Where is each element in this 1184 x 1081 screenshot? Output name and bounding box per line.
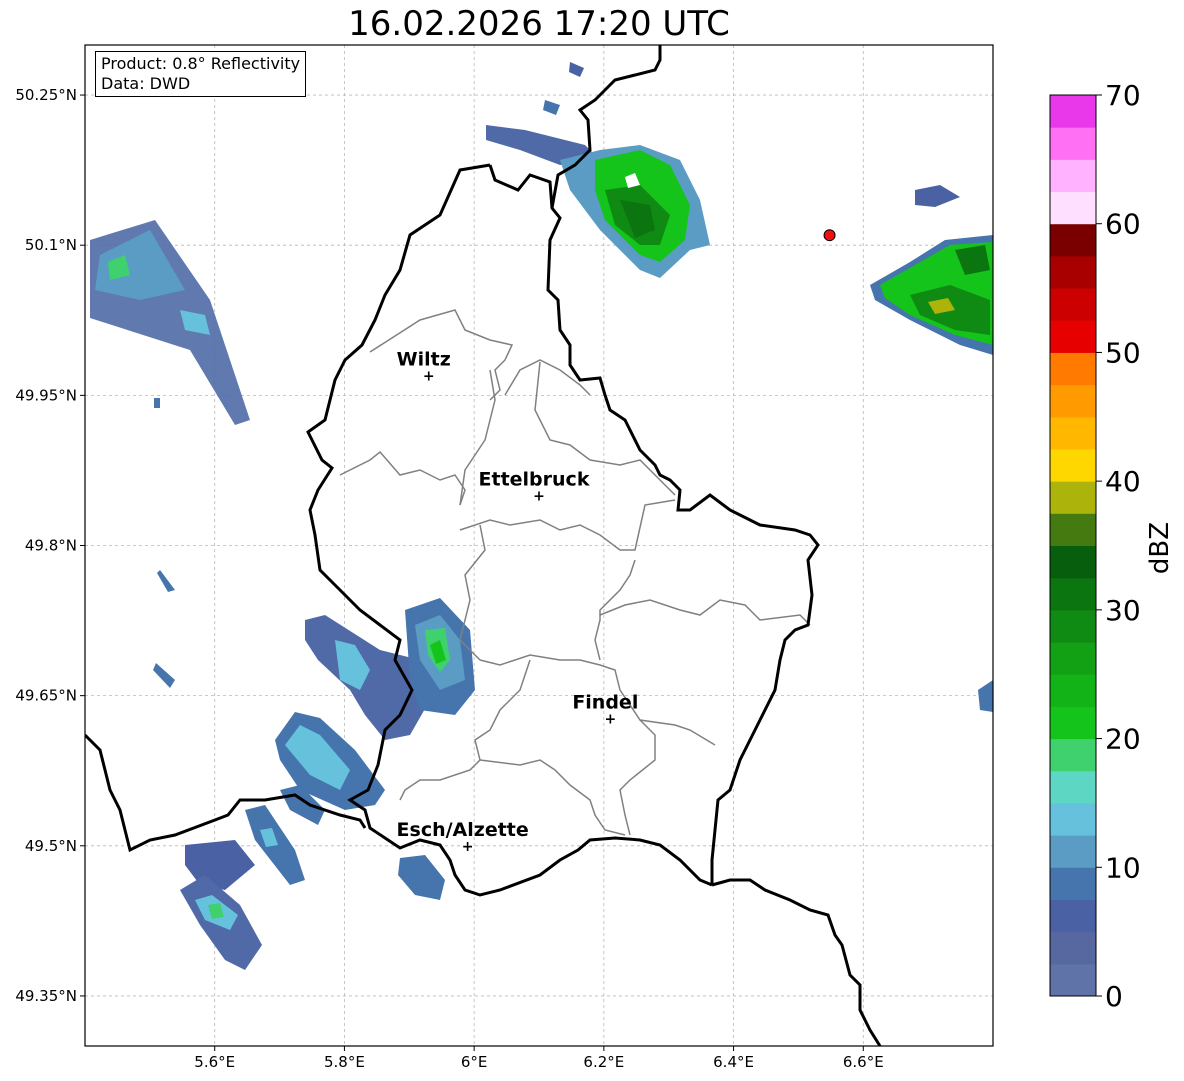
lat-tick-label: 50.25°N	[15, 86, 77, 104]
colorbar-segment	[1050, 481, 1096, 514]
city-label: Findel	[572, 692, 638, 714]
lat-tick-label: 50.1°N	[25, 236, 77, 254]
city-label: Wiltz	[397, 348, 451, 370]
lon-tick-label: 5.8°E	[324, 1053, 365, 1071]
lon-tick-label: 6°E	[461, 1053, 488, 1071]
city-marker: +	[533, 488, 545, 504]
colorbar-segment	[1050, 835, 1096, 868]
colorbar-segment	[1050, 931, 1096, 965]
lat-tick-label: 49.65°N	[15, 687, 77, 705]
colorbar-segment	[1050, 288, 1096, 321]
colorbar-tick-label: 30	[1105, 594, 1141, 627]
colorbar-segment	[1050, 738, 1096, 772]
colorbar-segment	[1050, 899, 1096, 933]
colorbar-segment	[1050, 545, 1096, 579]
lon-tick-label: 6.6°E	[843, 1053, 884, 1071]
colorbar-segment	[1050, 770, 1096, 804]
colorbar-label: dBZ	[1145, 521, 1175, 575]
lon-tick-label: 5.6°E	[194, 1053, 235, 1071]
colorbar-segment	[1050, 963, 1096, 997]
data-source-label: Data: DWD	[101, 74, 191, 93]
lat-tick-label: 49.95°N	[15, 386, 77, 404]
radar-map: +Wiltz+Ettelbruck+Findel+Esch/Alzette 5.…	[15, 44, 1141, 1071]
colorbar-tick-label: 10	[1105, 851, 1141, 884]
colorbar-segment	[1050, 642, 1096, 675]
city-label: Ettelbruck	[479, 468, 590, 490]
colorbar-segment	[1050, 416, 1096, 450]
colorbar-segment	[1050, 674, 1096, 707]
echo-east	[870, 185, 993, 712]
colorbar-segment	[1050, 577, 1096, 611]
lat-tick-label: 49.8°N	[25, 537, 77, 555]
colorbar-segment	[1050, 448, 1096, 482]
colorbar-tick-label: 70	[1105, 79, 1141, 112]
lon-tick-label: 6.4°E	[713, 1053, 754, 1071]
lat-tick-label: 49.5°N	[25, 837, 77, 855]
colorbar-segment	[1050, 706, 1096, 740]
city-marker: +	[604, 712, 616, 728]
colorbar-tick-label: 60	[1105, 208, 1141, 241]
colorbar-segment	[1050, 352, 1096, 386]
colorbar-segment	[1050, 384, 1096, 418]
colorbar-tick-label: 0	[1105, 980, 1123, 1013]
colorbar-segment	[1050, 191, 1096, 225]
colorbar-segment	[1050, 513, 1096, 546]
colorbar-tick-label: 20	[1105, 723, 1141, 756]
echo-northwest	[90, 220, 250, 425]
colorbar-segment	[1050, 255, 1096, 289]
echo-southwest	[153, 570, 475, 970]
reflectivity-layer	[90, 62, 993, 970]
colorbar-segment	[1050, 95, 1096, 128]
city-marker: +	[462, 839, 474, 855]
city-label: Esch/Alzette	[397, 819, 529, 841]
lon-tick-label: 6.2°E	[583, 1053, 624, 1071]
colorbar-segment	[1050, 867, 1096, 900]
lat-tick-label: 49.35°N	[15, 987, 77, 1005]
canton-boundaries	[339, 309, 811, 836]
colorbar-segment	[1050, 320, 1096, 353]
product-label: Product: 0.8° Reflectivity	[101, 54, 301, 73]
colorbar-segment	[1050, 159, 1096, 193]
city-marker: +	[423, 368, 435, 384]
radar-site-layer	[823, 229, 836, 242]
colorbar: 0 10 20 30 40 50 60 70	[1049, 79, 1141, 1013]
colorbar-segment	[1050, 609, 1096, 643]
radar-site-marker	[823, 229, 836, 242]
echo-north	[486, 62, 710, 278]
info-box: Product: 0.8° Reflectivity Data: DWD	[95, 51, 307, 97]
colorbar-segment	[1050, 127, 1096, 160]
colorbar-segment	[1050, 802, 1096, 836]
colorbar-segment	[1050, 223, 1096, 257]
colorbar-tick-label: 40	[1105, 465, 1141, 498]
colorbar-tick-label: 50	[1105, 336, 1141, 369]
